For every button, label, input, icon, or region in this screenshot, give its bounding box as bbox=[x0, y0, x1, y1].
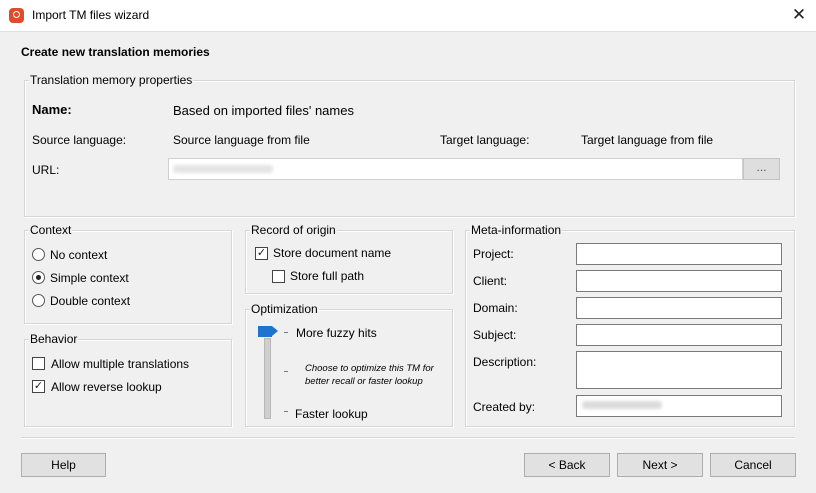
store-document-name-label: Store document name bbox=[273, 246, 392, 260]
source-language-label: Source language: bbox=[32, 133, 127, 147]
optimization-hint: Choose to optimize this TM for better re… bbox=[305, 363, 434, 387]
behavior-label: Behavior bbox=[29, 332, 79, 346]
allow-multiple-translations-label: Allow multiple translations bbox=[51, 357, 190, 371]
double-context-label: Double context bbox=[50, 294, 131, 308]
tm-properties-group bbox=[24, 80, 795, 217]
target-language-label: Target language: bbox=[440, 133, 530, 147]
window-title: Import TM files wizard bbox=[32, 8, 150, 22]
project-input[interactable] bbox=[576, 243, 782, 265]
app-logo-icon bbox=[9, 8, 24, 23]
domain-input[interactable] bbox=[576, 297, 782, 319]
meta-information-label: Meta-information bbox=[470, 223, 563, 237]
simple-context-radio[interactable] bbox=[32, 271, 45, 284]
target-language-value: Target language from file bbox=[581, 133, 714, 147]
close-icon[interactable]: ✕ bbox=[786, 4, 812, 26]
record-of-origin-group bbox=[245, 230, 453, 294]
url-redacted-value bbox=[173, 165, 273, 173]
optimization-slider-track[interactable] bbox=[264, 338, 271, 419]
created-by-label: Created by: bbox=[473, 400, 536, 414]
name-value: Based on imported files' names bbox=[173, 103, 354, 118]
title-bar: Import TM files wizard ✕ bbox=[0, 0, 816, 32]
store-full-path-label: Store full path bbox=[290, 269, 365, 283]
slider-tick-top bbox=[284, 332, 288, 333]
help-button[interactable]: Help bbox=[21, 453, 106, 477]
created-by-redacted-value bbox=[582, 401, 662, 409]
back-button[interactable]: < Back bbox=[524, 453, 610, 477]
subject-input[interactable] bbox=[576, 324, 782, 346]
cancel-button[interactable]: Cancel bbox=[710, 453, 796, 477]
slider-tick-bottom bbox=[284, 411, 288, 412]
project-label: Project: bbox=[473, 247, 514, 261]
subject-label: Subject: bbox=[473, 328, 517, 342]
tm-properties-label: Translation memory properties bbox=[29, 73, 194, 87]
source-language-value: Source language from file bbox=[173, 133, 310, 147]
page-title: Create new translation memories bbox=[21, 45, 210, 59]
slider-tick-middle bbox=[284, 371, 288, 372]
description-label: Description: bbox=[473, 355, 537, 369]
store-document-name-checkbox[interactable]: ✓ bbox=[255, 247, 268, 260]
faster-lookup-label: Faster lookup bbox=[295, 407, 368, 421]
context-label: Context bbox=[29, 223, 73, 237]
created-by-input[interactable] bbox=[576, 395, 782, 417]
footer-separator bbox=[21, 437, 795, 439]
client-input[interactable] bbox=[576, 270, 782, 292]
client-label: Client: bbox=[473, 274, 508, 288]
url-label: URL: bbox=[32, 163, 60, 177]
simple-context-label: Simple context bbox=[50, 271, 129, 285]
name-label: Name: bbox=[32, 102, 72, 117]
no-context-radio[interactable] bbox=[32, 248, 45, 261]
store-full-path-checkbox[interactable] bbox=[272, 270, 285, 283]
record-of-origin-label: Record of origin bbox=[250, 223, 337, 237]
url-field[interactable] bbox=[168, 158, 743, 180]
allow-reverse-lookup-checkbox[interactable]: ✓ bbox=[32, 380, 45, 393]
optimization-label: Optimization bbox=[250, 302, 319, 316]
allow-reverse-lookup-label: Allow reverse lookup bbox=[51, 380, 162, 394]
description-input[interactable] bbox=[576, 351, 782, 389]
double-context-radio[interactable] bbox=[32, 294, 45, 307]
next-button[interactable]: Next > bbox=[617, 453, 703, 477]
more-fuzzy-hits-label: More fuzzy hits bbox=[296, 326, 377, 340]
domain-label: Domain: bbox=[473, 301, 518, 315]
no-context-label: No context bbox=[50, 248, 108, 262]
allow-multiple-translations-checkbox[interactable] bbox=[32, 357, 45, 370]
optimization-slider-thumb[interactable] bbox=[258, 326, 278, 337]
browse-button[interactable]: ... bbox=[743, 158, 780, 180]
